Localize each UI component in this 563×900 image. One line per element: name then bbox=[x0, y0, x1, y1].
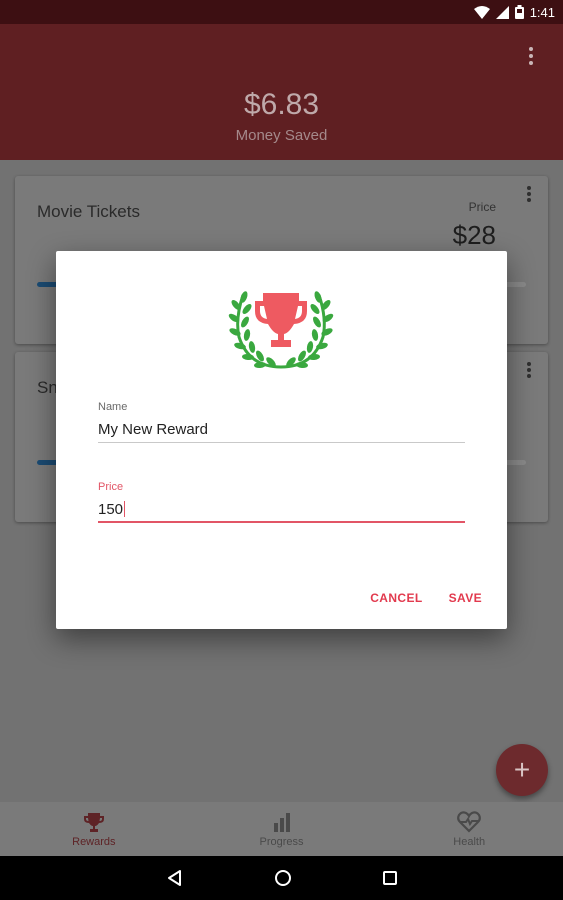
status-time: 1:41 bbox=[529, 4, 555, 20]
bar-chart-icon bbox=[273, 812, 290, 832]
price-label: Price bbox=[98, 481, 124, 493]
money-saved-value: $6.83 bbox=[243, 88, 320, 121]
battery-icon bbox=[514, 5, 524, 19]
system-navigation-bar bbox=[0, 856, 563, 900]
trophy-icon bbox=[83, 812, 104, 832]
nav-label-rewards: Rewards bbox=[72, 835, 116, 848]
name-input[interactable]: My New Reward bbox=[98, 421, 465, 443]
signal-icon bbox=[495, 5, 509, 19]
bottom-navigation: Rewards Progress Health bbox=[0, 802, 563, 856]
reward-title: Movie Tickets bbox=[37, 202, 140, 221]
nav-label-health: Health bbox=[453, 835, 486, 848]
card-more-icon[interactable] bbox=[526, 186, 532, 202]
name-field: Name My New Reward bbox=[98, 401, 465, 443]
reward-title: Sn bbox=[37, 378, 58, 397]
more-vert-icon[interactable] bbox=[521, 44, 541, 68]
save-button[interactable]: SAVE bbox=[449, 591, 482, 605]
price-label: Price bbox=[468, 200, 496, 214]
add-reward-button[interactable]: + bbox=[496, 744, 548, 796]
plus-icon: + bbox=[513, 754, 531, 785]
nav-item-health[interactable]: Health bbox=[375, 802, 563, 856]
nav-item-rewards[interactable]: Rewards bbox=[0, 802, 188, 856]
cancel-button[interactable]: CANCEL bbox=[370, 591, 422, 605]
dialog-actions: CANCEL SAVE bbox=[370, 591, 482, 605]
add-reward-dialog: Name My New Reward Price 150 CANCEL SAVE bbox=[56, 251, 507, 629]
money-saved-label: Money Saved bbox=[235, 127, 328, 144]
price-field: Price 150 bbox=[98, 481, 465, 523]
back-icon[interactable] bbox=[166, 869, 184, 887]
trophy-laurel-icon bbox=[228, 291, 334, 369]
price-input-value: 150 bbox=[98, 501, 124, 518]
card-more-icon[interactable] bbox=[526, 362, 532, 378]
price-value: $28 bbox=[452, 220, 496, 250]
price-input[interactable]: 150 bbox=[98, 501, 465, 523]
wifi-icon bbox=[473, 5, 490, 19]
heart-pulse-icon bbox=[457, 810, 482, 833]
nav-item-progress[interactable]: Progress bbox=[188, 802, 376, 856]
recents-icon[interactable] bbox=[382, 870, 398, 886]
nav-label-progress: Progress bbox=[259, 835, 304, 848]
name-label: Name bbox=[98, 401, 128, 413]
home-icon[interactable] bbox=[274, 869, 292, 887]
text-cursor bbox=[124, 501, 126, 517]
app-header: $6.83 Money Saved bbox=[0, 24, 563, 160]
status-bar: 1:41 bbox=[0, 0, 563, 24]
